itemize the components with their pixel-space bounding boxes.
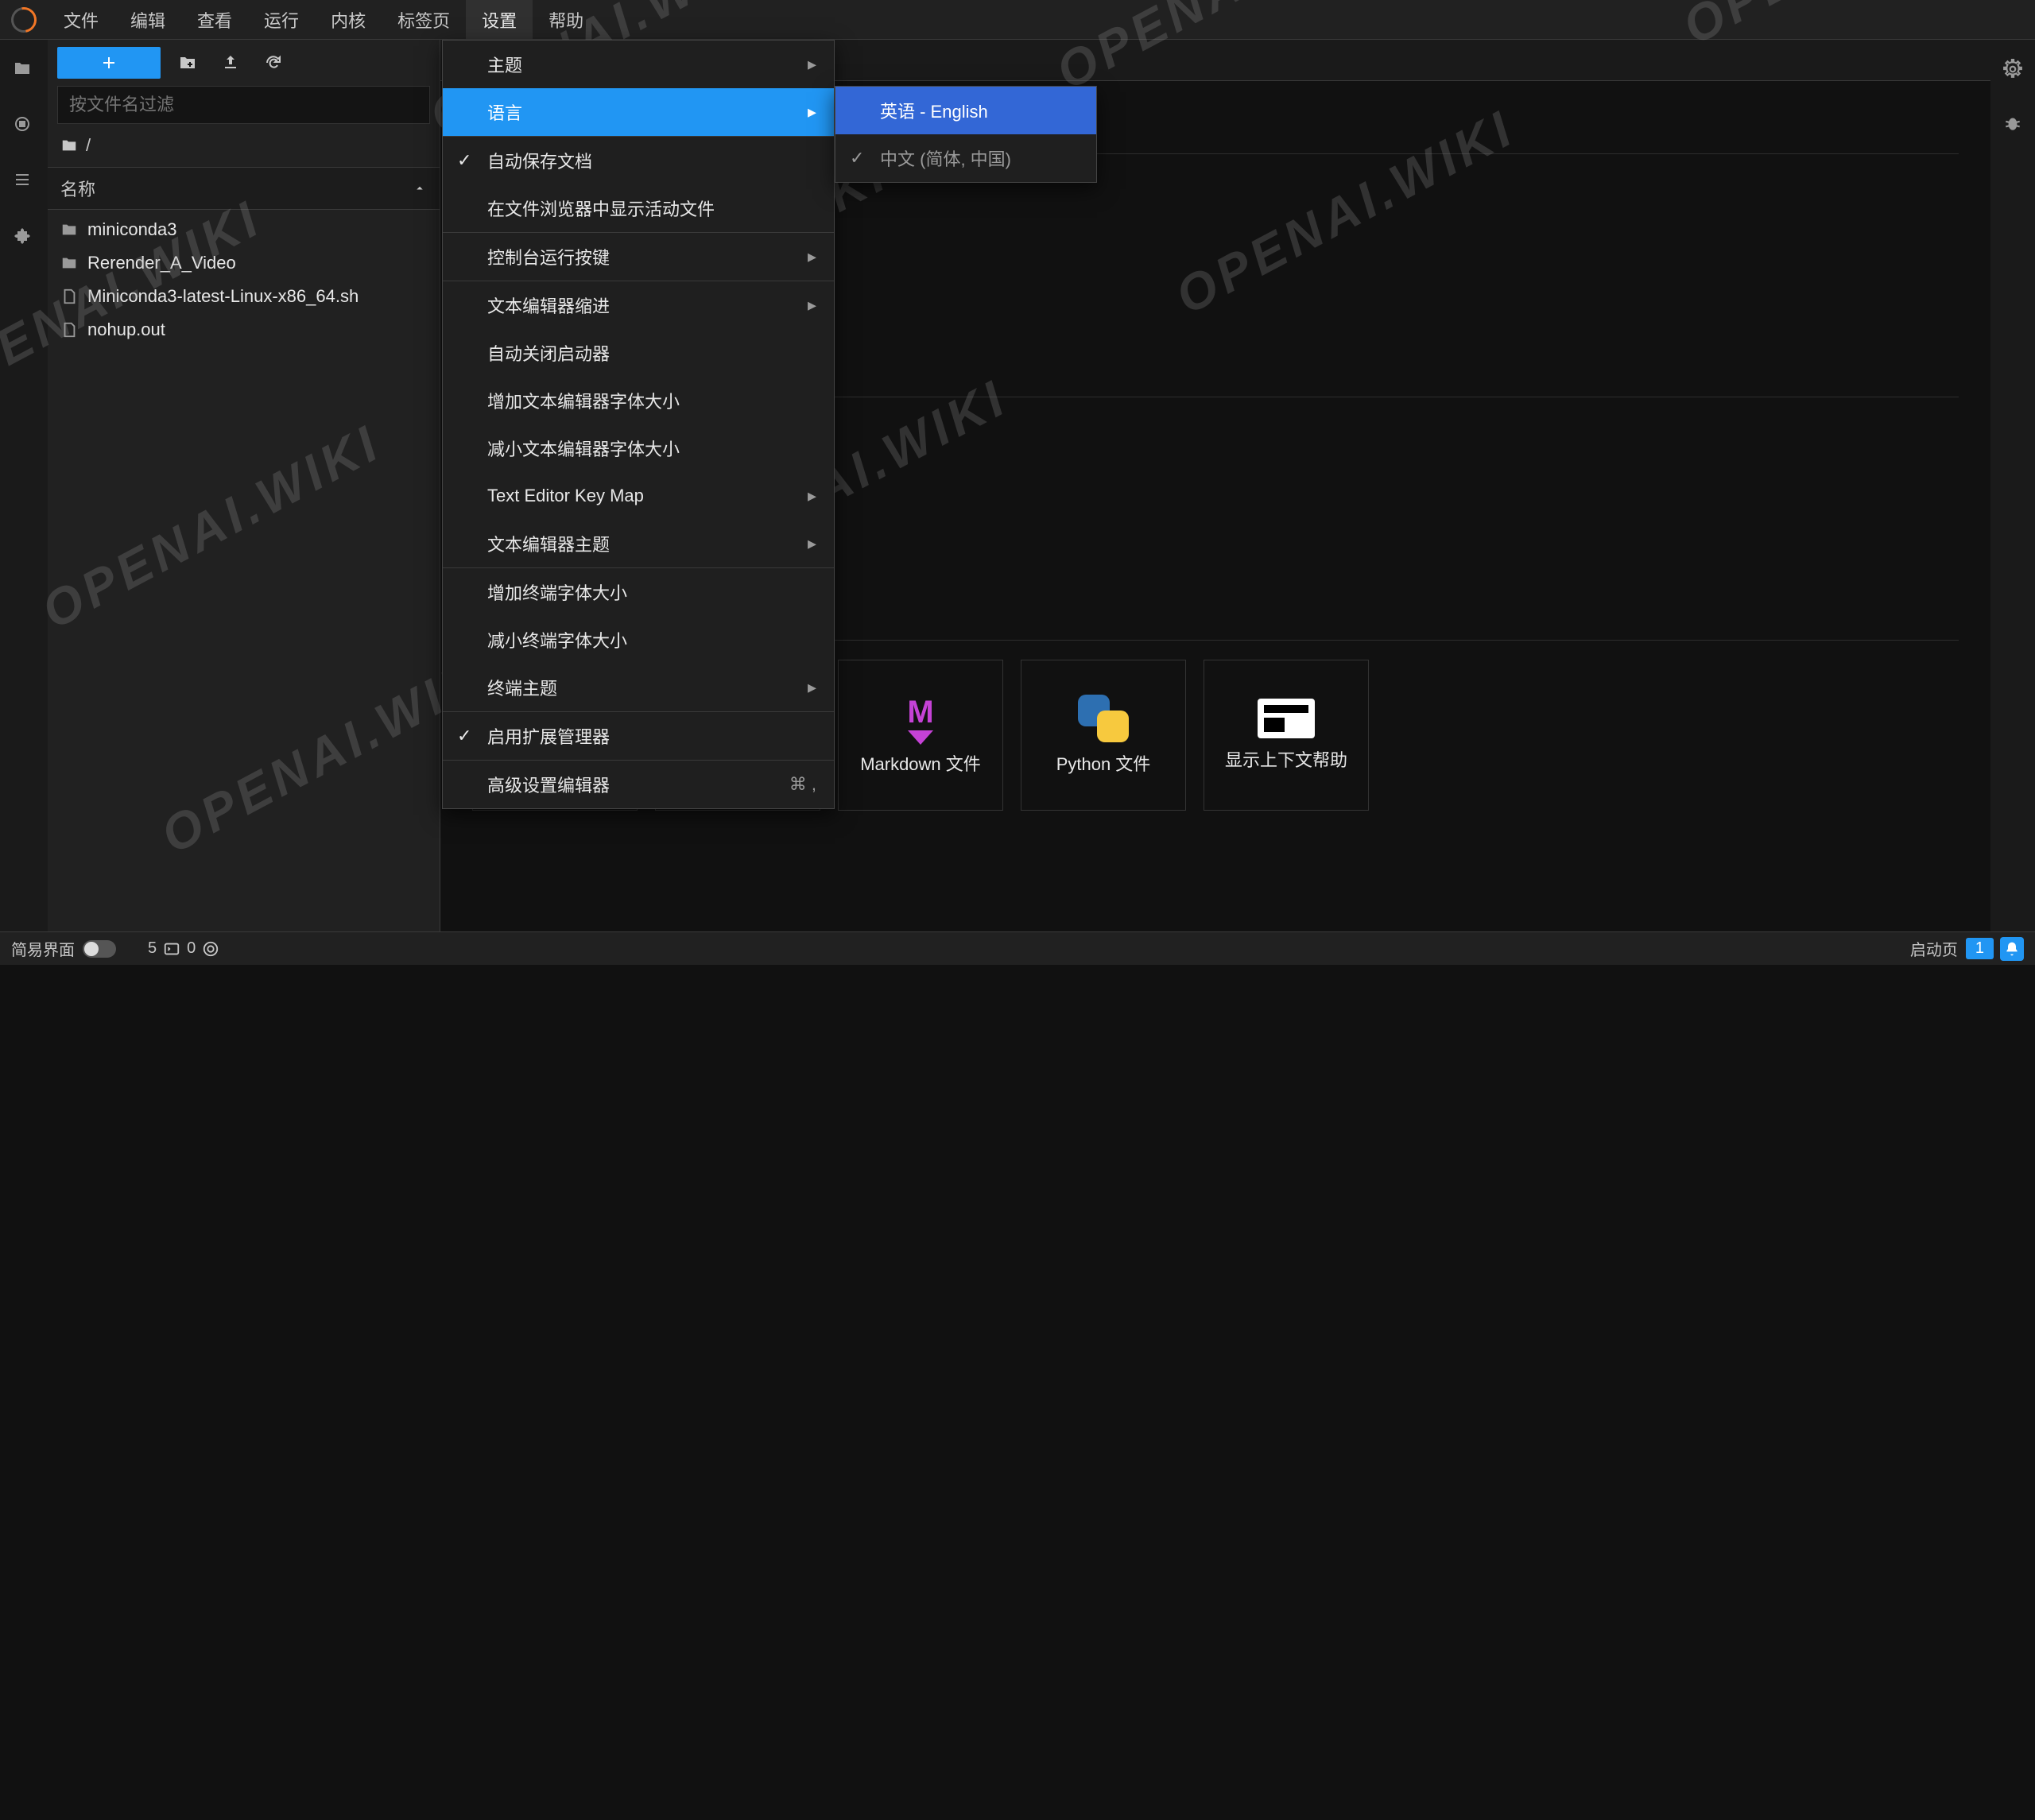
running-icon[interactable] <box>13 114 35 137</box>
settings-item-show-active[interactable]: 在文件浏览器中显示活动文件 <box>443 184 834 232</box>
terminal-icon <box>163 940 180 958</box>
toc-icon[interactable] <box>13 170 35 192</box>
settings-item-enable-ext[interactable]: ✓启用扩展管理器 <box>443 712 834 760</box>
simple-mode-label: 简易界面 <box>11 937 75 960</box>
file-icon <box>60 288 78 305</box>
file-list: miniconda3 Rerender_A_Video Miniconda3-l… <box>48 210 440 350</box>
status-bar: 简易界面 5 0 启动页 1 <box>0 931 2035 965</box>
lang-chinese[interactable]: ✓中文 (简体, 中国) <box>835 134 1096 182</box>
settings-item-dec-editor-font[interactable]: 减小文本编辑器字体大小 <box>443 424 834 472</box>
card-markdown-file[interactable]: M Markdown 文件 <box>838 660 1003 811</box>
menu-run[interactable]: 运行 <box>248 0 315 39</box>
activity-bar <box>0 40 48 931</box>
sort-asc-icon <box>413 181 427 196</box>
file-name: Miniconda3-latest-Linux-x86_64.sh <box>87 286 359 307</box>
file-row[interactable]: Rerender_A_Video <box>48 246 440 280</box>
menu-file[interactable]: 文件 <box>48 0 114 39</box>
upload-button[interactable] <box>215 47 246 79</box>
folder-icon <box>60 137 78 154</box>
language-submenu: 英语 - English ✓中文 (简体, 中国) <box>835 86 1097 183</box>
context-help-icon <box>1258 699 1315 738</box>
debugger-icon[interactable] <box>2002 113 2023 134</box>
menu-tabs[interactable]: 标签页 <box>382 0 466 39</box>
settings-item-keymap[interactable]: Text Editor Key Map▸ <box>443 472 834 520</box>
python-icon <box>1075 695 1132 742</box>
bell-icon <box>2004 941 2020 957</box>
terminals-count[interactable]: 5 <box>148 939 157 958</box>
card-label: Markdown 文件 <box>860 753 981 776</box>
file-name: miniconda3 <box>87 219 177 240</box>
folder-icon[interactable] <box>13 59 35 81</box>
header-name: 名称 <box>60 176 95 201</box>
settings-item-console-run[interactable]: 控制台运行按键▸ <box>443 233 834 281</box>
card-context-help[interactable]: 显示上下文帮助 <box>1204 660 1369 811</box>
menu-settings[interactable]: 设置 <box>466 0 533 39</box>
settings-item-theme[interactable]: 主题▸ <box>443 41 834 88</box>
settings-item-editor-indent[interactable]: 文本编辑器缩进▸ <box>443 281 834 329</box>
menu-kernel[interactable]: 内核 <box>315 0 382 39</box>
settings-item-language[interactable]: 语言▸ <box>443 88 834 136</box>
card-label: Python 文件 <box>1056 753 1151 776</box>
breadcrumb[interactable]: / <box>48 124 440 167</box>
status-launcher-label[interactable]: 启动页 <box>1910 937 1958 960</box>
card-python-file[interactable]: Python 文件 <box>1021 660 1186 811</box>
settings-item-autoclose-launcher[interactable]: 自动关闭启动器 <box>443 329 834 377</box>
notification-count[interactable]: 1 <box>1966 938 1994 959</box>
simple-mode-toggle[interactable] <box>83 940 116 958</box>
menu-edit[interactable]: 编辑 <box>114 0 181 39</box>
file-name: Rerender_A_Video <box>87 253 236 273</box>
new-folder-button[interactable] <box>172 47 204 79</box>
settings-item-editor-theme[interactable]: 文本编辑器主题▸ <box>443 520 834 567</box>
settings-dropdown: 主题▸ 语言▸ ✓自动保存文档 在文件浏览器中显示活动文件 控制台运行按键▸ 文… <box>442 40 835 809</box>
breadcrumb-root: / <box>86 135 91 156</box>
file-browser: / 名称 miniconda3 Rerender_A_Video Minicon… <box>48 40 440 931</box>
file-list-header[interactable]: 名称 <box>48 167 440 210</box>
right-sidebar <box>1990 40 2035 931</box>
folder-icon <box>60 254 78 272</box>
file-row[interactable]: Miniconda3-latest-Linux-x86_64.sh <box>48 280 440 313</box>
settings-item-autosave[interactable]: ✓自动保存文档 <box>443 137 834 184</box>
menubar: 文件 编辑 查看 运行 内核 标签页 设置 帮助 <box>0 0 2035 40</box>
folder-icon <box>60 221 78 238</box>
file-row[interactable]: nohup.out <box>48 313 440 347</box>
settings-item-dec-term-font[interactable]: 减小终端字体大小 <box>443 616 834 664</box>
notification-bell[interactable] <box>2000 937 2024 961</box>
menu-help[interactable]: 帮助 <box>533 0 599 39</box>
file-icon <box>60 321 78 339</box>
file-row[interactable]: miniconda3 <box>48 213 440 246</box>
file-browser-toolbar <box>48 40 440 86</box>
settings-item-advanced[interactable]: 高级设置编辑器⌘ , <box>443 761 834 808</box>
extensions-icon[interactable] <box>13 226 35 248</box>
menu-view[interactable]: 查看 <box>181 0 248 39</box>
settings-item-inc-term-font[interactable]: 增加终端字体大小 <box>443 568 834 616</box>
new-launcher-button[interactable] <box>57 47 161 79</box>
markdown-icon: M <box>897 695 944 742</box>
refresh-button[interactable] <box>258 47 289 79</box>
jupyter-logo <box>6 2 42 37</box>
settings-item-inc-editor-font[interactable]: 增加文本编辑器字体大小 <box>443 377 834 424</box>
settings-item-term-theme[interactable]: 终端主题▸ <box>443 664 834 711</box>
card-label: 显示上下文帮助 <box>1225 749 1347 772</box>
file-filter-input[interactable] <box>57 86 430 124</box>
file-filter <box>57 86 430 124</box>
kernels-count[interactable]: 0 <box>187 939 196 958</box>
kernel-icon <box>202 940 219 958</box>
file-name: nohup.out <box>87 319 165 340</box>
property-inspector-icon[interactable] <box>2002 59 2023 79</box>
lang-english[interactable]: 英语 - English <box>835 87 1096 134</box>
